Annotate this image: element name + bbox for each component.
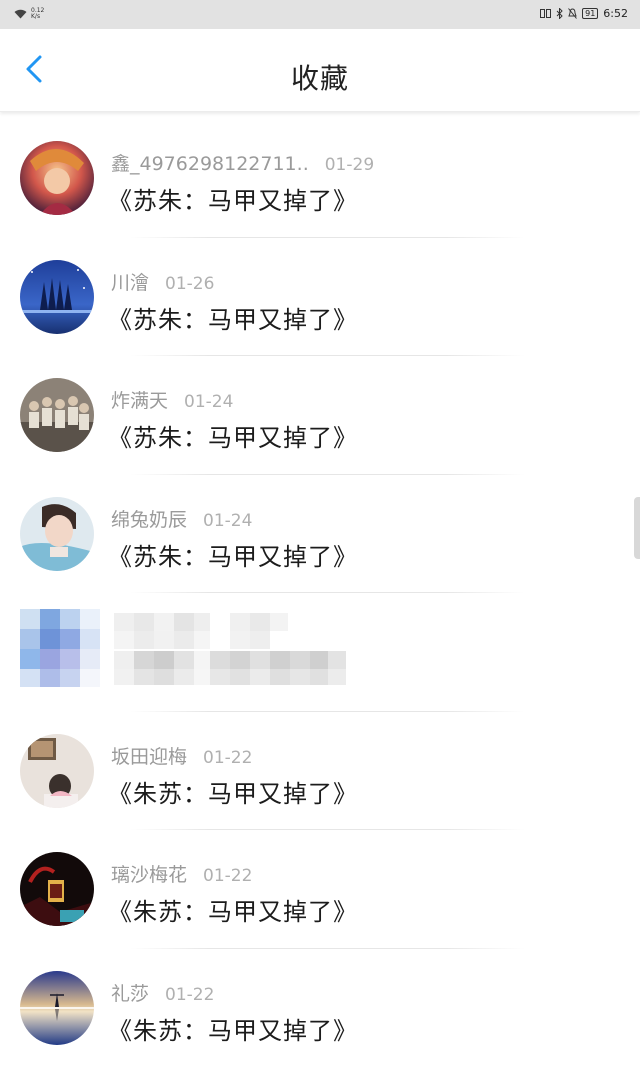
username: 璃沙梅花: [111, 864, 188, 886]
item-title: 《苏朱：马甲又掉了》: [108, 305, 358, 334]
avatar: [20, 259, 94, 334]
username: 炸满天: [111, 390, 169, 412]
list-item[interactable]: 川澮 01-26 《苏朱：马甲又掉了》: [0, 238, 640, 356]
network-speed-unit: K/s: [31, 13, 41, 20]
notification-muted-icon: [568, 8, 577, 19]
date: 01-26: [165, 273, 215, 294]
item-meta: 炸满天 01-24: [111, 386, 233, 413]
item-meta: 绵兔奶辰 01-24: [111, 505, 252, 532]
item-title: 《苏朱：马甲又掉了》: [108, 187, 358, 215]
list-item[interactable]: 礼莎 01-22 《朱苏：马甲又掉了》: [0, 949, 640, 1067]
status-left: 0.12 K/s: [14, 8, 44, 20]
list-item[interactable]: 坂田迎梅 01-22 《朱苏：马甲又掉了》: [0, 712, 640, 830]
wifi-icon: [14, 9, 27, 19]
avatar: [20, 970, 94, 1045]
date: 01-22: [165, 984, 215, 1005]
date: 01-24: [184, 392, 234, 412]
item-meta: 川澮 01-26: [111, 268, 214, 295]
item-title: 《朱苏：马甲又掉了》: [108, 1016, 358, 1045]
avatar: [20, 496, 94, 571]
item-title: 《朱苏：马甲又掉了》: [108, 898, 358, 926]
list-item[interactable]: 璃沙梅花 01-22 《朱苏：马甲又掉了》: [0, 830, 640, 949]
item-title: 《苏朱：马甲又掉了》: [108, 424, 358, 452]
page-title: 收藏: [290, 62, 349, 95]
username: 礼莎: [111, 982, 150, 1005]
avatar: [20, 733, 94, 808]
clock: 6:52: [603, 7, 628, 20]
avatar: [20, 378, 94, 452]
bluetooth-icon: [556, 8, 563, 19]
vibrate-icon: [540, 9, 552, 18]
date: 01-22: [203, 747, 253, 768]
username: 绵兔奶辰: [111, 508, 188, 531]
status-bar: 0.12 K/s 91 6:52: [0, 0, 640, 29]
scroll-handle[interactable]: [634, 497, 640, 559]
username: 川澮: [111, 271, 150, 294]
list-item-obscured[interactable]: [0, 593, 640, 712]
avatar: [20, 852, 94, 926]
list-item[interactable]: 鑫_4976298122711.. 01-29 《苏朱：马甲又掉了》: [0, 119, 640, 238]
username: 鑫_4976298122711..: [111, 153, 309, 175]
status-right: 91 6:52: [540, 7, 628, 20]
list-item[interactable]: 炸满天 01-24 《苏朱：马甲又掉了》: [0, 356, 640, 475]
item-meta: 礼莎 01-22: [111, 979, 214, 1006]
nav-bar: 收藏: [0, 29, 640, 112]
item-meta: 坂田迎梅 01-22: [111, 742, 252, 769]
date: 01-22: [203, 866, 253, 886]
pixelated-text: [114, 613, 346, 685]
item-title: 《朱苏：马甲又掉了》: [108, 779, 358, 808]
favorites-list: 鑫_4976298122711.. 01-29 《苏朱：马甲又掉了》 川澮 01…: [0, 119, 640, 1067]
avatar: [20, 141, 94, 215]
date: 01-29: [324, 155, 375, 175]
item-meta: 鑫_4976298122711.. 01-29: [111, 149, 374, 176]
item-title: 《苏朱：马甲又掉了》: [108, 542, 358, 571]
item-meta: 璃沙梅花 01-22: [111, 860, 252, 887]
battery-indicator: 91: [582, 8, 599, 19]
date: 01-24: [203, 510, 253, 531]
pixelated-avatar: [20, 609, 100, 687]
list-item[interactable]: 绵兔奶辰 01-24 《苏朱：马甲又掉了》: [0, 475, 640, 593]
network-speed: 0.12 K/s: [31, 8, 44, 20]
username: 坂田迎梅: [111, 745, 188, 768]
